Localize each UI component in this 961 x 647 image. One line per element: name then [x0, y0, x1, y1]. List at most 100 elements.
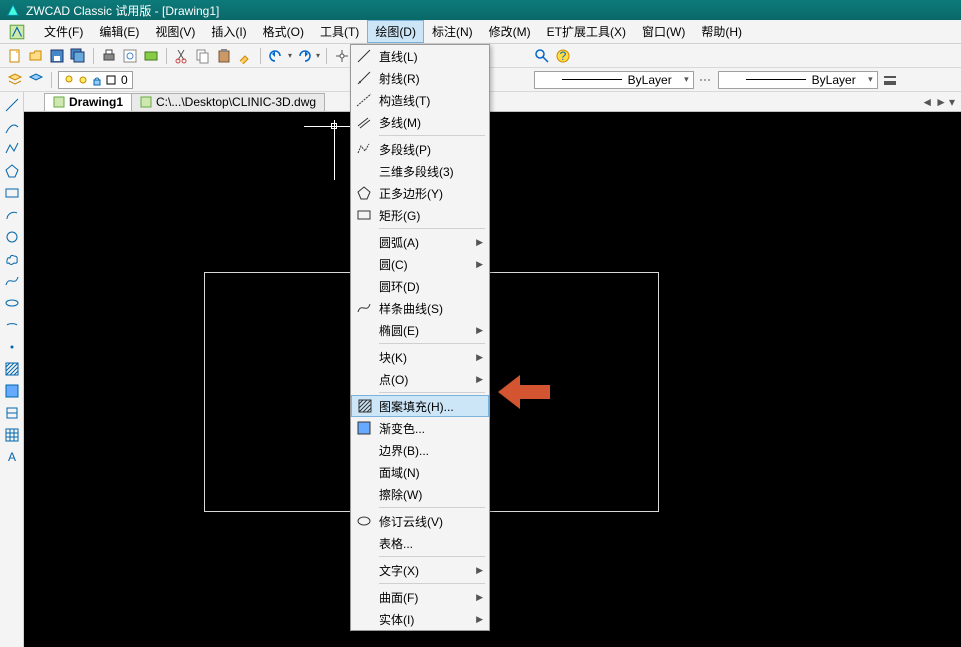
help-icon[interactable]: ?	[554, 47, 572, 65]
submenu-arrow-icon: ▶	[476, 592, 483, 603]
bylayer-label: ByLayer	[628, 73, 672, 87]
ellipse-tool-icon[interactable]	[3, 294, 21, 312]
circle-tool-icon[interactable]	[3, 228, 21, 246]
separator	[166, 48, 167, 64]
tab-next-icon[interactable]: ►	[935, 95, 947, 109]
menu-插入[interactable]: 插入(I)	[203, 20, 254, 43]
undo-icon[interactable]	[267, 47, 285, 65]
menu-item-label: 文字(X)	[379, 562, 419, 579]
drawing-canvas[interactable]	[24, 112, 961, 647]
redo-icon[interactable]	[295, 47, 313, 65]
arc-tool-icon[interactable]	[3, 206, 21, 224]
pan-icon[interactable]	[333, 47, 351, 65]
undo-dropdown-icon[interactable]: ▾	[288, 51, 292, 60]
table-tool-icon[interactable]	[3, 426, 21, 444]
menu-item-椭圆e[interactable]: 椭圆(E)▶	[351, 319, 489, 341]
text-tool-icon[interactable]: A	[3, 448, 21, 466]
menu-item-label: 正多边形(Y)	[379, 185, 443, 202]
rect-tool-icon[interactable]	[3, 184, 21, 202]
blank-icon	[356, 234, 372, 250]
matchprop-icon[interactable]	[236, 47, 254, 65]
menu-item-多线m[interactable]: 多线(M)	[351, 111, 489, 133]
arc-line-tool-icon[interactable]	[3, 118, 21, 136]
paste-icon[interactable]	[215, 47, 233, 65]
menu-item-射线r[interactable]: 射线(R)	[351, 67, 489, 89]
redo-dropdown-icon[interactable]: ▾	[316, 51, 320, 60]
menu-item-边界b[interactable]: 边界(B)...	[351, 439, 489, 461]
gradient-tool-icon[interactable]	[3, 382, 21, 400]
menu-工具[interactable]: 工具(T)	[312, 20, 367, 43]
menu-item-曲面f[interactable]: 曲面(F)▶	[351, 586, 489, 608]
menu-绘图[interactable]: 绘图(D)	[367, 20, 424, 43]
polygon-tool-icon[interactable]	[3, 162, 21, 180]
zoom-icon[interactable]	[533, 47, 551, 65]
layer-state-combo[interactable]: 0	[58, 71, 133, 89]
new-icon[interactable]	[6, 47, 24, 65]
bylayer-combo-2[interactable]: ByLayer	[718, 71, 878, 89]
separator	[260, 48, 261, 64]
mline-icon	[356, 114, 372, 130]
tab-menu-icon[interactable]: ▾	[949, 95, 955, 109]
menu-item-文字x[interactable]: 文字(X)▶	[351, 559, 489, 581]
menu-帮助[interactable]: 帮助(H)	[693, 20, 750, 43]
copy-icon[interactable]	[194, 47, 212, 65]
menu-item-label: 射线(R)	[379, 70, 420, 87]
menu-item-直线l[interactable]: 直线(L)	[351, 45, 489, 67]
menu-编辑[interactable]: 编辑(E)	[91, 20, 147, 43]
plot-icon[interactable]	[142, 47, 160, 65]
menu-item-块k[interactable]: 块(K)▶	[351, 346, 489, 368]
menu-item-实体i[interactable]: 实体(I)▶	[351, 608, 489, 630]
doc-tab[interactable]: C:\...\Desktop\CLINIC-3D.dwg	[131, 93, 325, 111]
menu-文件[interactable]: 文件(F)	[36, 20, 91, 43]
blank-icon	[356, 535, 372, 551]
open-icon[interactable]	[27, 47, 45, 65]
layer-manager-icon[interactable]	[6, 71, 24, 89]
line-tool-icon[interactable]	[3, 96, 21, 114]
menu-item-正多边形y[interactable]: 正多边形(Y)	[351, 182, 489, 204]
bylayer-combo-1[interactable]: ByLayer	[534, 71, 694, 89]
menu-item-表格[interactable]: 表格...	[351, 532, 489, 554]
menu-item-构造线t[interactable]: 构造线(T)	[351, 89, 489, 111]
blank-icon	[356, 371, 372, 387]
preview-icon[interactable]	[121, 47, 139, 65]
linetype-icon[interactable]	[697, 71, 715, 89]
menu-et扩展工具[interactable]: ET扩展工具(X)	[539, 20, 634, 43]
menu-item-面域n[interactable]: 面域(N)	[351, 461, 489, 483]
menu-item-点o[interactable]: 点(O)▶	[351, 368, 489, 390]
save-icon[interactable]	[48, 47, 66, 65]
menu-item-擦除w[interactable]: 擦除(W)	[351, 483, 489, 505]
dot-tool-icon[interactable]	[3, 338, 21, 356]
hatch-pat-tool-icon[interactable]	[3, 360, 21, 378]
lineweight-icon[interactable]	[881, 71, 899, 89]
menu-修改[interactable]: 修改(M)	[481, 20, 539, 43]
cut-icon[interactable]	[173, 47, 191, 65]
layer-prev-icon[interactable]	[27, 71, 45, 89]
menu-item-圆环d[interactable]: 圆环(D)	[351, 275, 489, 297]
menu-item-圆c[interactable]: 圆(C)▶	[351, 253, 489, 275]
menu-item-修订云线v[interactable]: 修订云线(V)	[351, 510, 489, 532]
menu-窗口[interactable]: 窗口(W)	[634, 20, 693, 43]
menu-item-圆弧a[interactable]: 圆弧(A)▶	[351, 231, 489, 253]
print-icon[interactable]	[100, 47, 118, 65]
menu-格式[interactable]: 格式(O)	[255, 20, 312, 43]
menu-item-多段线p[interactable]: 多段线(P)	[351, 138, 489, 160]
menu-item-样条曲线s[interactable]: 样条曲线(S)	[351, 297, 489, 319]
menu-item-矩形g[interactable]: 矩形(G)	[351, 204, 489, 226]
menu-item-label: 多线(M)	[379, 114, 421, 131]
tab-prev-icon[interactable]: ◄	[921, 95, 933, 109]
menu-item-图案填充h[interactable]: 图案填充(H)...	[351, 395, 489, 417]
saveall-icon[interactable]	[69, 47, 87, 65]
ellipse-arc-tool-icon[interactable]	[3, 316, 21, 334]
doc-tab[interactable]: Drawing1	[44, 93, 132, 111]
polyline-tool-icon[interactable]	[3, 140, 21, 158]
menu-item-三维多段线3[interactable]: 三维多段线(3)	[351, 160, 489, 182]
menu-separator	[379, 507, 485, 508]
menu-标注[interactable]: 标注(N)	[424, 20, 481, 43]
spline-tool-icon[interactable]	[3, 272, 21, 290]
region-tool-icon[interactable]	[3, 404, 21, 422]
menu-item-渐变色[interactable]: 渐变色...	[351, 417, 489, 439]
blank-icon	[356, 611, 372, 627]
menu-视图[interactable]: 视图(V)	[147, 20, 203, 43]
blank-icon	[356, 442, 372, 458]
revcloud-tool-icon[interactable]	[3, 250, 21, 268]
